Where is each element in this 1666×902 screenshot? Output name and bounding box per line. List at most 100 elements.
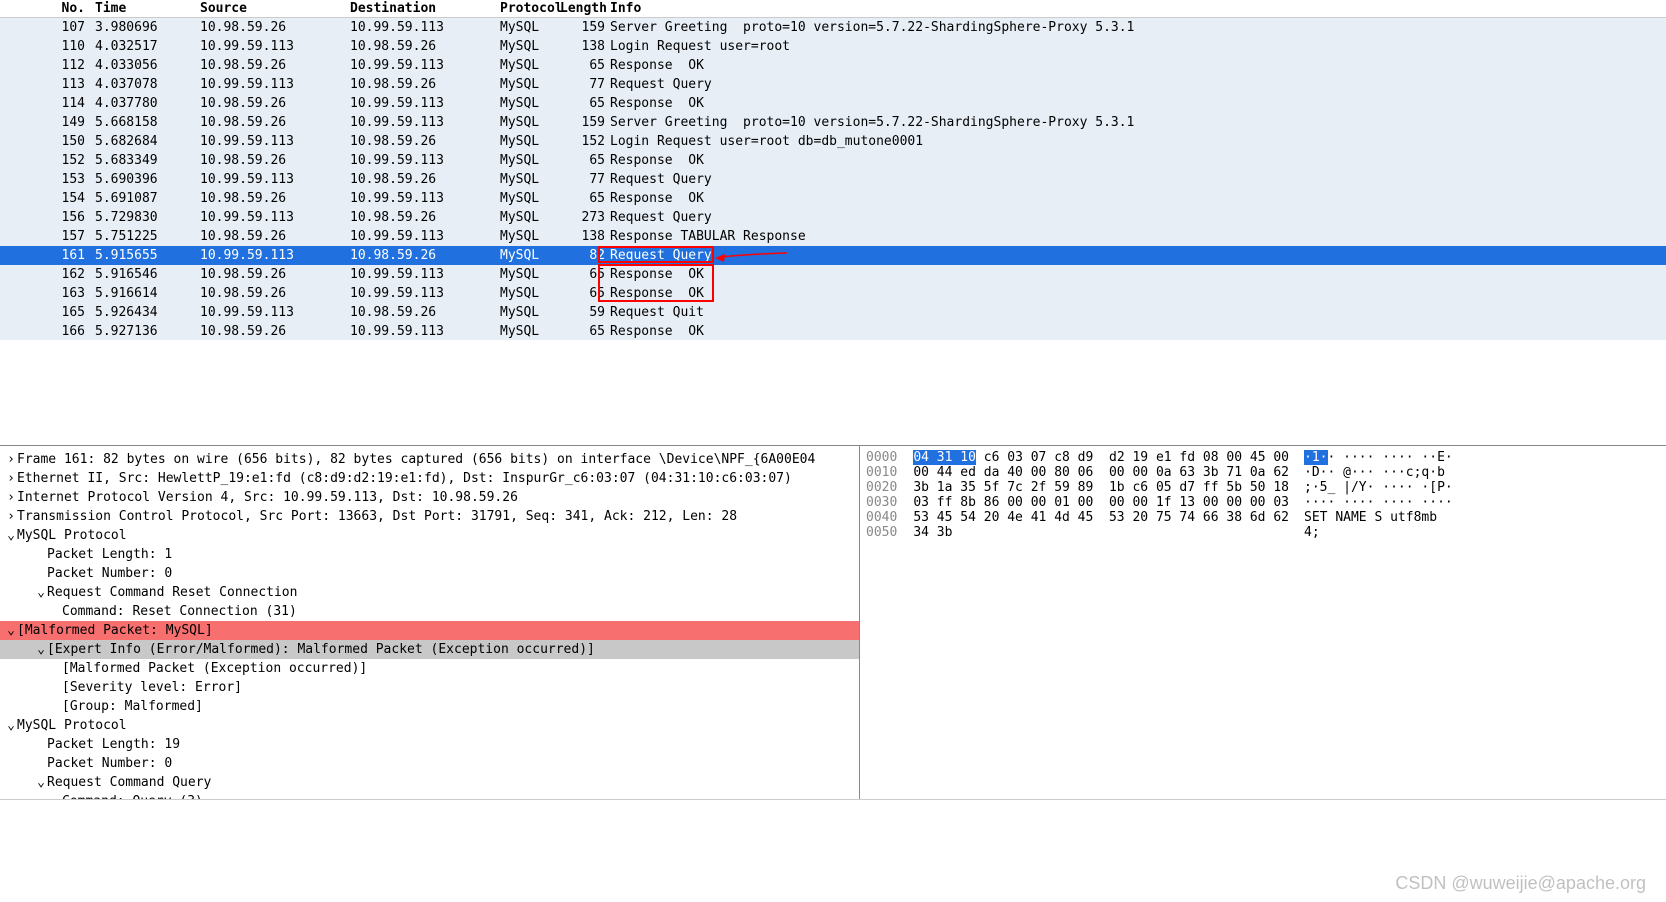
tree-line[interactable]: Packet Length: 1	[0, 545, 859, 564]
cell-info: Request Query	[610, 246, 1666, 265]
packet-row[interactable]: 1505.68268410.99.59.11310.98.59.26MySQL1…	[0, 132, 1666, 151]
cell-no: 110	[0, 37, 95, 56]
cell-dst: 10.98.59.26	[350, 246, 500, 265]
packet-list-pane[interactable]: No. Time Source Destination Protocol Len…	[0, 0, 1666, 340]
tree-caret-icon[interactable]: ⌄	[35, 773, 47, 792]
tree-caret-icon[interactable]	[35, 564, 47, 583]
cell-no: 163	[0, 284, 95, 303]
packet-row[interactable]: 1535.69039610.99.59.11310.98.59.26MySQL7…	[0, 170, 1666, 189]
cell-proto: MySQL	[500, 18, 560, 37]
hex-bytes-line[interactable]: 34 3b	[913, 525, 1289, 540]
tree-text: [Severity level: Error]	[62, 680, 242, 695]
tree-line[interactable]: ›Transmission Control Protocol, Src Port…	[0, 507, 859, 526]
cell-dst: 10.99.59.113	[350, 189, 500, 208]
col-header-info[interactable]: Info	[610, 0, 1666, 17]
tree-line[interactable]: ⌄Request Command Reset Connection	[0, 583, 859, 602]
cell-dst: 10.98.59.26	[350, 75, 500, 94]
tree-caret-icon[interactable]: ⌄	[5, 621, 17, 640]
tree-caret-icon[interactable]: ›	[5, 450, 17, 469]
tree-caret-icon[interactable]: ⌄	[5, 716, 17, 735]
tree-line[interactable]: ⌄MySQL Protocol	[0, 526, 859, 545]
tree-caret-icon[interactable]: ⌄	[35, 583, 47, 602]
tree-line[interactable]: ⌄[Malformed Packet: MySQL]	[0, 621, 859, 640]
packet-row[interactable]: 1575.75122510.98.59.2610.99.59.113MySQL1…	[0, 227, 1666, 246]
col-header-no[interactable]: No.	[0, 0, 95, 17]
tree-text: MySQL Protocol	[17, 718, 127, 733]
packet-details-pane[interactable]: ›Frame 161: 82 bytes on wire (656 bits),…	[0, 446, 860, 799]
tree-caret-icon[interactable]: ›	[5, 507, 17, 526]
tree-line[interactable]: ⌄Request Command Query	[0, 773, 859, 792]
hex-bytes-line[interactable]: 3b 1a 35 5f 7c 2f 59 89 1b c6 05 d7 ff 5…	[913, 480, 1289, 495]
tree-line[interactable]: Command: Query (3)	[0, 792, 859, 799]
tree-caret-icon[interactable]: ⌄	[35, 640, 47, 659]
tree-caret-icon[interactable]	[35, 735, 47, 754]
packet-row[interactable]: 1625.91654610.98.59.2610.99.59.113MySQL6…	[0, 265, 1666, 284]
tree-line[interactable]: [Malformed Packet (Exception occurred)]	[0, 659, 859, 678]
col-header-protocol[interactable]: Protocol	[500, 0, 560, 17]
cell-info: Login Request user=root db=db_mutone0001	[610, 132, 1666, 151]
tree-caret-icon[interactable]: ›	[5, 488, 17, 507]
col-header-source[interactable]: Source	[200, 0, 350, 17]
cell-time: 4.032517	[95, 37, 200, 56]
tree-line[interactable]: ›Frame 161: 82 bytes on wire (656 bits),…	[0, 450, 859, 469]
cell-len: 159	[560, 113, 610, 132]
packet-row[interactable]: 1144.03778010.98.59.2610.99.59.113MySQL6…	[0, 94, 1666, 113]
cell-len: 65	[560, 322, 610, 340]
packet-row[interactable]: 1124.03305610.98.59.2610.99.59.113MySQL6…	[0, 56, 1666, 75]
tree-caret-icon[interactable]	[50, 602, 62, 621]
tree-caret-icon[interactable]	[35, 545, 47, 564]
watermark: CSDN @wuweijie@apache.org	[1395, 873, 1646, 894]
col-header-length[interactable]: Length	[560, 0, 610, 17]
packet-row[interactable]: 1104.03251710.99.59.11310.98.59.26MySQL1…	[0, 37, 1666, 56]
cell-src: 10.98.59.26	[200, 189, 350, 208]
tree-caret-icon[interactable]: ⌄	[5, 526, 17, 545]
hex-bytes-line[interactable]: 04 31 10 c6 03 07 c8 d9 d2 19 e1 fd 08 0…	[913, 450, 1289, 465]
tree-line[interactable]: Command: Reset Connection (31)	[0, 602, 859, 621]
packet-row[interactable]: 1495.66815810.98.59.2610.99.59.113MySQL1…	[0, 113, 1666, 132]
tree-caret-icon[interactable]	[50, 678, 62, 697]
cell-time: 5.916614	[95, 284, 200, 303]
cell-time: 5.668158	[95, 113, 200, 132]
cell-no: 166	[0, 322, 95, 340]
tree-line[interactable]: Packet Number: 0	[0, 564, 859, 583]
tree-caret-icon[interactable]	[50, 792, 62, 799]
packet-row[interactable]: 1073.98069610.98.59.2610.99.59.113MySQL1…	[0, 18, 1666, 37]
packet-row[interactable]: 1545.69108710.98.59.2610.99.59.113MySQL6…	[0, 189, 1666, 208]
packet-row[interactable]: 1615.91565510.99.59.11310.98.59.26MySQL8…	[0, 246, 1666, 265]
tree-line[interactable]: ⌄[Expert Info (Error/Malformed): Malform…	[0, 640, 859, 659]
cell-no: 114	[0, 94, 95, 113]
col-header-destination[interactable]: Destination	[350, 0, 500, 17]
cell-src: 10.99.59.113	[200, 170, 350, 189]
cell-src: 10.98.59.26	[200, 227, 350, 246]
cell-dst: 10.98.59.26	[350, 208, 500, 227]
hex-ascii-line: ·1·· ···· ···· ··E·	[1289, 450, 1453, 465]
tree-line[interactable]: Packet Length: 19	[0, 735, 859, 754]
tree-line[interactable]: ›Ethernet II, Src: HewlettP_19:e1:fd (c8…	[0, 469, 859, 488]
cell-no: 149	[0, 113, 95, 132]
cell-proto: MySQL	[500, 132, 560, 151]
tree-caret-icon[interactable]	[50, 659, 62, 678]
tree-line[interactable]: Packet Number: 0	[0, 754, 859, 773]
packet-bytes-pane[interactable]: 000000100020003000400050 04 31 10 c6 03 …	[860, 446, 1666, 799]
packet-row[interactable]: 1655.92643410.99.59.11310.98.59.26MySQL5…	[0, 303, 1666, 322]
tree-caret-icon[interactable]	[35, 754, 47, 773]
tree-line[interactable]: ⌄MySQL Protocol	[0, 716, 859, 735]
packet-row[interactable]: 1565.72983010.99.59.11310.98.59.26MySQL2…	[0, 208, 1666, 227]
cell-len: 77	[560, 75, 610, 94]
packet-row[interactable]: 1635.91661410.98.59.2610.99.59.113MySQL6…	[0, 284, 1666, 303]
tree-caret-icon[interactable]	[50, 697, 62, 716]
packet-row[interactable]: 1525.68334910.98.59.2610.99.59.113MySQL6…	[0, 151, 1666, 170]
cell-time: 4.037078	[95, 75, 200, 94]
hex-bytes-line[interactable]: 53 45 54 20 4e 41 4d 45 53 20 75 74 66 3…	[913, 510, 1289, 525]
hex-bytes-line[interactable]: 03 ff 8b 86 00 00 01 00 00 00 1f 13 00 0…	[913, 495, 1289, 510]
tree-line[interactable]: [Severity level: Error]	[0, 678, 859, 697]
hex-bytes-line[interactable]: 00 44 ed da 40 00 80 06 00 00 0a 63 3b 7…	[913, 465, 1289, 480]
tree-caret-icon[interactable]: ›	[5, 469, 17, 488]
cell-time: 5.926434	[95, 303, 200, 322]
col-header-time[interactable]: Time	[95, 0, 200, 17]
cell-info: Response TABULAR Response	[610, 227, 1666, 246]
tree-line[interactable]: [Group: Malformed]	[0, 697, 859, 716]
tree-line[interactable]: ›Internet Protocol Version 4, Src: 10.99…	[0, 488, 859, 507]
packet-row[interactable]: 1134.03707810.99.59.11310.98.59.26MySQL7…	[0, 75, 1666, 94]
packet-row[interactable]: 1665.92713610.98.59.2610.99.59.113MySQL6…	[0, 322, 1666, 340]
